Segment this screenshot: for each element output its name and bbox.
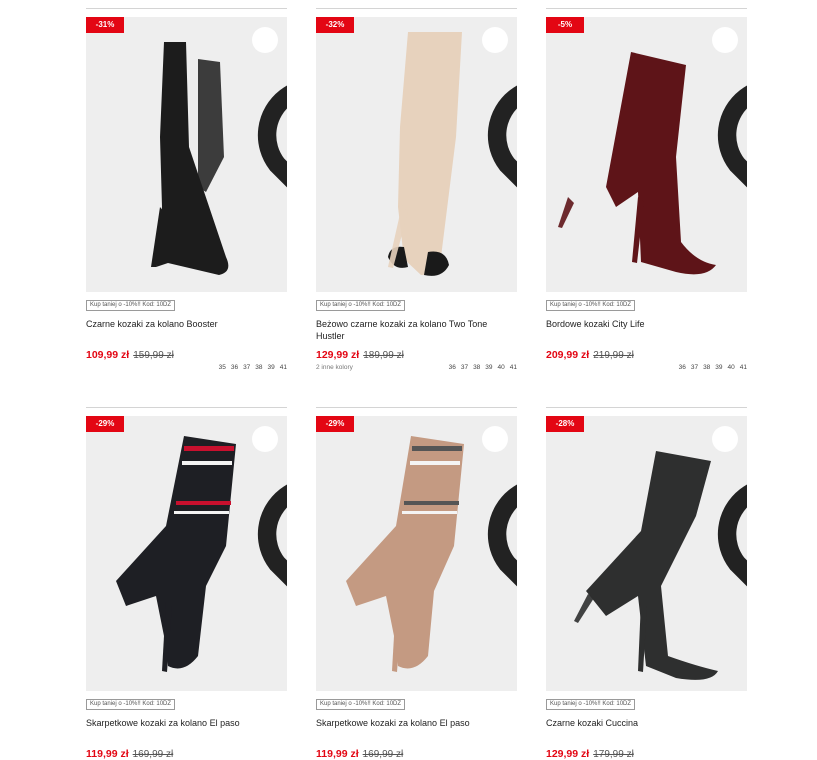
size-option[interactable]: 36 — [231, 364, 238, 371]
current-price: 129,99 zł — [546, 748, 590, 760]
promo-code-label: Kup taniej o -10%!! Kod: 10DZ — [86, 300, 176, 311]
heart-icon — [487, 484, 517, 587]
product-photo[interactable]: -28% — [546, 416, 747, 691]
divider — [546, 8, 747, 9]
size-option[interactable]: 38 — [703, 364, 710, 371]
product-name[interactable]: Skarpetkowe kozaki za kolano El paso — [86, 717, 287, 729]
size-option[interactable]: 39 — [485, 364, 492, 371]
divider — [86, 8, 287, 9]
price-row: 129,99 zł 189,99 zł — [316, 345, 404, 363]
product-photo[interactable]: -29% — [316, 416, 517, 691]
discount-badge: -5% — [546, 17, 584, 33]
heart-icon — [257, 484, 287, 587]
size-option[interactable]: 38 — [255, 364, 262, 371]
product-name[interactable]: Bordowe kozaki City Life — [546, 318, 747, 330]
discount-badge: -31% — [86, 17, 124, 33]
promo-code-label: Kup taniej o -10%!! Kod: 10DZ — [546, 300, 636, 311]
heart-icon — [487, 85, 517, 188]
price-row: 129,99 zł 179,99 zł — [546, 744, 634, 760]
price-row: 109,99 zł 159,99 zł — [86, 345, 174, 363]
size-list: 35 36 37 38 39 41 — [214, 364, 287, 371]
discount-badge: -29% — [86, 416, 124, 432]
divider — [86, 407, 287, 408]
product-name[interactable]: Czarne kozaki Cuccina — [546, 717, 747, 729]
discount-badge: -28% — [546, 416, 584, 432]
size-option[interactable]: 36 — [449, 364, 456, 371]
old-price: 179,99 zł — [593, 749, 634, 760]
product-name[interactable]: Czarne kozaki za kolano Booster — [86, 318, 287, 330]
size-option[interactable]: 41 — [510, 364, 517, 371]
product-photo[interactable]: -5% — [546, 17, 747, 292]
current-price: 109,99 zł — [86, 349, 130, 361]
promo-code-label: Kup taniej o -10%!! Kod: 10DZ — [316, 300, 406, 311]
size-option[interactable]: 35 — [219, 364, 226, 371]
favorite-button[interactable] — [712, 426, 747, 587]
product-photo[interactable]: -29% — [86, 416, 287, 691]
heart-icon — [257, 85, 287, 188]
divider — [316, 407, 517, 408]
favorite-button[interactable] — [482, 27, 517, 188]
heart-icon — [717, 85, 747, 188]
old-price: 159,99 zł — [133, 350, 174, 361]
promo-code-label: Kup taniej o -10%!! Kod: 10DZ — [546, 699, 636, 710]
current-price: 119,99 zł — [86, 748, 129, 760]
divider — [546, 407, 747, 408]
product-photo[interactable]: -31% — [86, 17, 287, 292]
size-option[interactable]: 39 — [715, 364, 722, 371]
size-option[interactable]: 37 — [691, 364, 698, 371]
favorite-button[interactable] — [252, 426, 287, 587]
old-price: 189,99 zł — [363, 350, 404, 361]
divider — [316, 8, 517, 9]
size-option[interactable]: 38 — [473, 364, 480, 371]
price-row: 209,99 zł 219,99 zł — [546, 345, 634, 363]
favorite-button[interactable] — [252, 27, 287, 188]
heart-icon — [717, 484, 747, 587]
size-option[interactable]: 41 — [280, 364, 287, 371]
size-list: 36 37 38 39 40 41 — [444, 364, 517, 371]
current-price: 129,99 zł — [316, 349, 360, 361]
current-price: 119,99 zł — [316, 748, 359, 760]
size-option[interactable]: 40 — [728, 364, 735, 371]
size-option[interactable]: 37 — [243, 364, 250, 371]
size-option[interactable]: 39 — [268, 364, 275, 371]
product-name[interactable]: Skarpetkowe kozaki za kolano El paso — [316, 717, 517, 729]
size-option[interactable]: 41 — [740, 364, 747, 371]
current-price: 209,99 zł — [546, 349, 590, 361]
price-row: 119,99 zł 169,99 zł — [316, 744, 403, 760]
price-row: 119,99 zł 169,99 zł — [86, 744, 173, 760]
discount-badge: -29% — [316, 416, 354, 432]
size-option[interactable]: 40 — [498, 364, 505, 371]
favorite-button[interactable] — [712, 27, 747, 188]
size-option[interactable]: 36 — [679, 364, 686, 371]
colors-note[interactable]: 2 inne kolory — [316, 364, 353, 371]
size-option[interactable]: 37 — [461, 364, 468, 371]
product-name[interactable]: Beżowo czarne kozaki za kolano Two Tone … — [316, 318, 517, 342]
size-list: 36 37 38 39 40 41 — [674, 364, 747, 371]
old-price: 169,99 zł — [132, 749, 174, 760]
favorite-button[interactable] — [482, 426, 517, 587]
discount-badge: -32% — [316, 17, 354, 33]
old-price: 219,99 zł — [593, 350, 634, 361]
product-photo[interactable]: -32% — [316, 17, 517, 292]
promo-code-label: Kup taniej o -10%!! Kod: 10DZ — [86, 699, 176, 710]
old-price: 169,99 zł — [362, 749, 404, 760]
promo-code-label: Kup taniej o -10%!! Kod: 10DZ — [316, 699, 406, 710]
